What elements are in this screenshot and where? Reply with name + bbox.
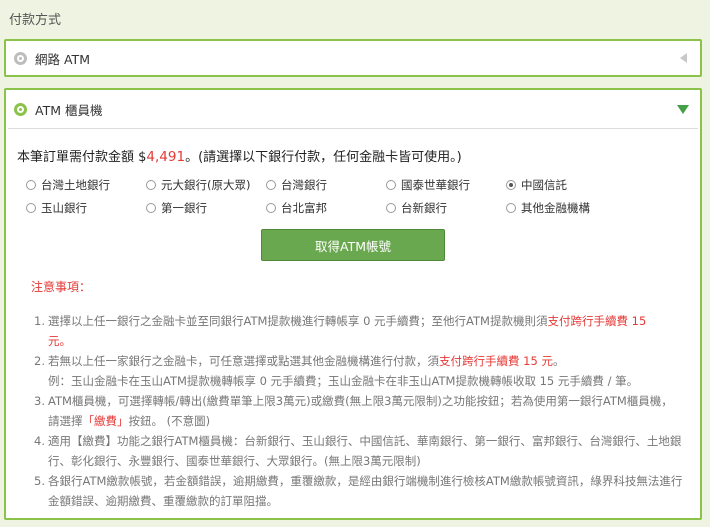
notice-text: 按鈕。 (不意圖): [128, 414, 211, 428]
amount-value: 4,491: [146, 149, 186, 165]
bank-option[interactable]: 第一銀行: [146, 200, 207, 216]
notice-item: 2. 若無以上任一家銀行之金融卡，可任意選擇或點選其他金融機構進行付款，須支付跨…: [34, 354, 639, 388]
notice-highlight: 元。: [48, 334, 71, 348]
bank-radio[interactable]: [386, 203, 396, 213]
get-atm-account-button[interactable]: 取得ATM帳號: [261, 229, 445, 261]
bank-label: 國泰世華銀行: [401, 178, 470, 192]
amount-suffix: 。(請選擇以下銀行付款，任何金融卡皆可使用。): [185, 150, 462, 165]
notice-highlight: 支付跨行手續費 15 元: [439, 354, 553, 368]
bank-label: 第一銀行: [161, 201, 207, 215]
bank-label: 中國信託: [521, 178, 567, 192]
bank-label: 玉山銀行: [41, 201, 87, 215]
bank-label: 台灣銀行: [281, 178, 327, 192]
counter-atm-label: ATM 櫃員機: [35, 102, 103, 118]
payment-method-title: 付款方式: [9, 13, 62, 28]
bank-option[interactable]: 國泰世華銀行: [386, 177, 470, 193]
online-atm-radio[interactable]: [14, 51, 27, 65]
bank-option[interactable]: 台北富邦: [266, 200, 327, 216]
bank-option[interactable]: 台灣土地銀行: [26, 177, 110, 193]
bank-radio[interactable]: [146, 203, 156, 213]
bank-radio[interactable]: [506, 203, 516, 213]
notice-text: 若無以上任一家銀行之金融卡，可任意選擇或點選其他金融機構進行付款，須: [48, 354, 439, 368]
notice-text: 各銀行ATM繳款帳號，若金額錯誤，逾期繳費，重覆繳款，是經由銀行端機制進行檢核A…: [48, 474, 683, 508]
bank-option[interactable]: 其他金融機構: [506, 200, 590, 216]
notice-item: 4. 適用【繳費】功能之銀行ATM櫃員機：台新銀行、玉山銀行、中國信託、華南銀行…: [34, 431, 684, 471]
notice-title: 注意事項：: [31, 280, 92, 294]
bank-label: 台新銀行: [401, 201, 447, 215]
notice-item: 1. 選擇以上任一銀行之金融卡並至同銀行ATM提款機進行轉帳享 0 元手續費；至…: [34, 314, 647, 348]
bank-label: 台北富邦: [281, 201, 327, 215]
bank-radio[interactable]: [266, 203, 276, 213]
bank-label: 其他金融機構: [521, 201, 590, 215]
notice-text: 。: [552, 354, 565, 368]
bank-option[interactable]: 中國信託: [506, 177, 567, 193]
online-atm-label: 網路 ATM: [35, 51, 90, 67]
option-divider: [8, 128, 698, 129]
bank-radio[interactable]: [266, 180, 276, 190]
notice-text: 選擇以上任一銀行之金融卡並至同銀行ATM提款機進行轉帳享 0 元手續費；至他行A…: [48, 314, 548, 328]
bank-label: 台灣土地銀行: [41, 178, 110, 192]
bank-option[interactable]: 台新銀行: [386, 200, 447, 216]
amount-line: 本筆訂單需付款金額 $4,491。(請選擇以下銀行付款，任何金融卡皆可使用。): [17, 146, 462, 165]
notice-highlight: 「繳費」: [82, 414, 129, 428]
notice-item: 5. 各銀行ATM繳款帳號，若金額錯誤，逾期繳費，重覆繳款，是經由銀行端機制進行…: [34, 471, 684, 511]
bank-radio[interactable]: [506, 180, 516, 190]
notice-highlight: 支付跨行手續費 15: [547, 314, 647, 328]
bank-option[interactable]: 玉山銀行: [26, 200, 87, 216]
bank-radio[interactable]: [146, 180, 156, 190]
counter-atm-radio[interactable]: [14, 102, 27, 116]
bank-radio[interactable]: [26, 203, 36, 213]
notice-item: 3. ATM櫃員機，可選擇轉帳/轉出(繳費單筆上限3萬元)或繳費(無上限3萬元限…: [34, 394, 673, 428]
bank-label: 元大銀行(原大眾): [161, 178, 251, 192]
online-atm-option[interactable]: 網路 ATM: [4, 39, 702, 77]
bank-radio[interactable]: [386, 180, 396, 190]
bank-option[interactable]: 元大銀行(原大眾): [146, 177, 250, 193]
notice-text: 適用【繳費】功能之銀行ATM櫃員機：台新銀行、玉山銀行、中國信託、華南銀行、第一…: [48, 434, 682, 468]
expand-arrow-icon[interactable]: [680, 53, 687, 63]
notice-example: 例：玉山金融卡在玉山ATM提款機轉帳享 0 元手續費；玉山金融卡在非玉山ATM提…: [48, 374, 639, 388]
collapse-arrow-icon[interactable]: [677, 105, 689, 114]
amount-prefix: 本筆訂單需付款金額 $: [17, 150, 147, 165]
notice-list: 1. 選擇以上任一銀行之金融卡並至同銀行ATM提款機進行轉帳享 0 元手續費；至…: [34, 311, 684, 511]
bank-radio[interactable]: [26, 180, 36, 190]
bank-option[interactable]: 台灣銀行: [266, 177, 327, 193]
